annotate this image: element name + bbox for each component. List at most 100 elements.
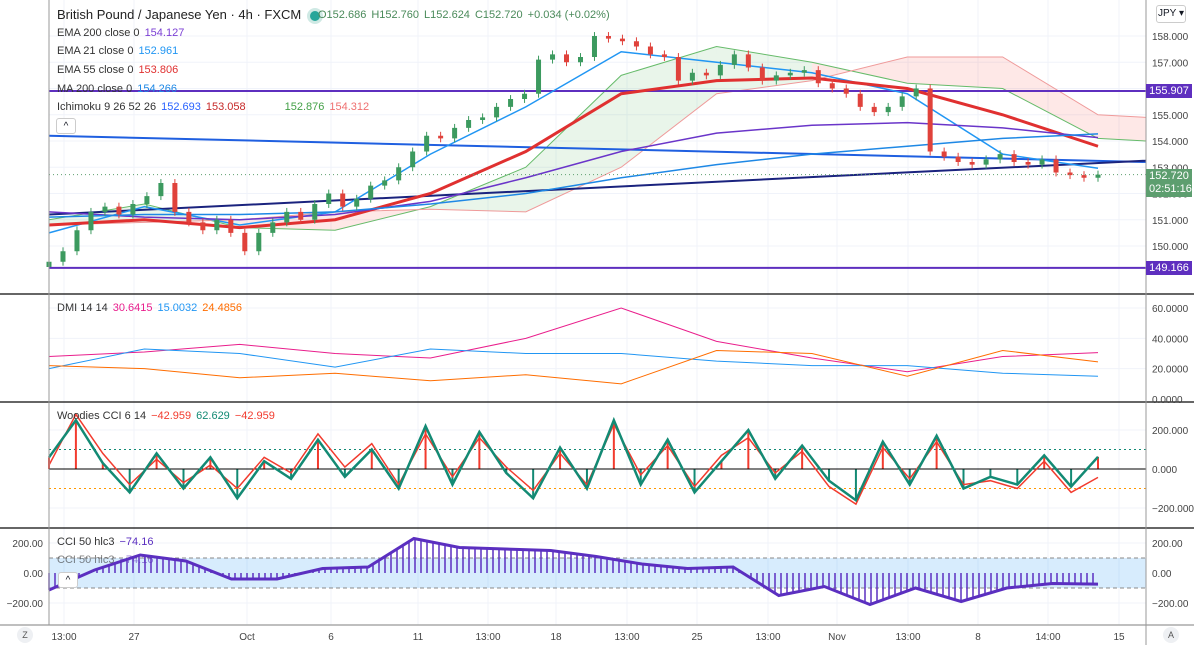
candle-body <box>745 54 751 68</box>
legend-dmi[interactable]: DMI 14 14 30.6415 15.0032 24.4856 <box>57 302 247 314</box>
time-tick-label: 8 <box>975 632 981 643</box>
candle-body <box>74 230 80 252</box>
candle-body <box>1039 159 1045 165</box>
candle-body <box>983 159 989 165</box>
candle-body <box>689 72 695 81</box>
candle-body <box>60 251 66 262</box>
time-tick-label: 25 <box>691 632 703 643</box>
candle-body <box>969 162 975 165</box>
price-tick-label: 158.000 <box>1152 32 1189 43</box>
cci-left-tick-label: −200.00 <box>7 599 44 610</box>
candle-body <box>354 198 360 207</box>
candle-body <box>508 99 514 107</box>
dmi-line-0 <box>48 307 1099 373</box>
woodies-tick-label: 200.000 <box>1152 426 1189 437</box>
legend-ema200[interactable]: EMA 200 close 0 154.127 <box>57 27 189 39</box>
dmi-tick-label: 20.0000 <box>1152 365 1189 376</box>
time-tick-label: 13:00 <box>755 632 780 643</box>
time-tick-label: 18 <box>550 632 562 643</box>
time-tick-label: 6 <box>328 632 334 643</box>
candle-body <box>731 54 737 65</box>
candle-body <box>116 206 122 215</box>
legend-woodies[interactable]: Woodies CCI 6 14 −42.959 62.629 −42.959 <box>57 410 280 422</box>
candle-body <box>312 204 318 220</box>
dmi-line-1 <box>48 348 1099 377</box>
auto-scale-button[interactable]: A <box>1163 627 1179 643</box>
candle-body <box>494 106 500 118</box>
candle-body <box>1081 175 1087 178</box>
candle-body <box>270 222 276 233</box>
chart-canvas[interactable]: 158.000157.000155.000154.000153.000152.0… <box>0 0 1194 645</box>
currency-select[interactable]: JPY ▾ <box>1156 5 1186 23</box>
candle-body <box>382 180 388 186</box>
legend-ema21[interactable]: EMA 21 close 0 152.961 <box>57 45 183 57</box>
price-tick-label: 157.000 <box>1152 58 1189 69</box>
dmi-tick-label: 60.0000 <box>1152 304 1189 315</box>
candle-body <box>424 135 430 152</box>
legend-cci50-secondary[interactable]: CCI 50 hlc3 −74.16 <box>57 554 158 566</box>
candle-body <box>871 106 877 113</box>
candle-body <box>955 156 961 162</box>
candle-body <box>298 211 304 220</box>
legend-cci50[interactable]: CCI 50 hlc3 −74.16 <box>57 536 158 548</box>
candle-body <box>564 54 570 63</box>
candle-body <box>326 193 332 204</box>
time-tick-label: 11 <box>413 632 424 643</box>
candle-body <box>340 193 346 207</box>
candle-body <box>787 72 793 76</box>
candle-body <box>480 117 486 120</box>
candle-body <box>927 88 933 152</box>
candle-body <box>284 211 290 223</box>
candle-body <box>410 151 416 168</box>
ichimoku-cloud-segment <box>1002 57 1098 139</box>
candle-body <box>633 41 639 47</box>
time-tick-label: 14:00 <box>1035 632 1060 643</box>
candle-body <box>158 183 164 197</box>
legend-ichimoku[interactable]: Ichimoku 9 26 52 26 152.693 153.058 152.876… <box>57 101 374 113</box>
candle-body <box>815 70 821 84</box>
candle-body <box>396 167 402 181</box>
cci-tick-label: 200.00 <box>1152 539 1183 550</box>
legend-ema55[interactable]: EMA 55 close 0 153.806 <box>57 64 183 76</box>
price-tick-label: 150.000 <box>1152 242 1189 253</box>
candle-body <box>829 83 835 89</box>
candle-body <box>661 54 667 57</box>
candle-body <box>200 222 206 231</box>
last-price-label: 152.720 02:51:16 <box>1146 169 1192 197</box>
candle-body <box>522 93 528 99</box>
time-tick-label: Nov <box>828 632 846 643</box>
timezone-button[interactable]: Z <box>17 627 33 643</box>
candle-body <box>214 219 220 231</box>
time-tick-label: 13:00 <box>895 632 920 643</box>
candle-body <box>801 70 807 73</box>
candle-body <box>438 135 444 139</box>
time-tick-label: 13:00 <box>475 632 500 643</box>
candle-body <box>1067 172 1073 176</box>
symbol-title: British Pound / Japanese Yen · 4h · FXCM <box>57 7 325 22</box>
candle-body <box>88 211 94 231</box>
candle-body <box>186 211 192 223</box>
candle-body <box>242 232 248 252</box>
time-tick-label: 15 <box>1113 632 1125 643</box>
legend-ma200[interactable]: MA 200 close 0 154.266 <box>57 83 182 95</box>
candle-body <box>452 127 458 139</box>
candle-body <box>228 219 234 233</box>
collapse-legend-button[interactable]: ^ <box>56 118 76 134</box>
cci-tick-label: 0.00 <box>1152 569 1172 580</box>
time-tick-label: 13:00 <box>51 632 76 643</box>
candle-body <box>703 72 709 76</box>
cci-left-tick-label: 0.00 <box>24 569 44 580</box>
candle-body <box>466 120 472 128</box>
woodies-tick-label: 0.000 <box>1152 465 1177 476</box>
time-tick-label: 27 <box>128 632 140 643</box>
candle-body <box>256 232 262 252</box>
woodies-tick-label: −200.000 <box>1152 504 1194 515</box>
candle-body <box>675 57 681 81</box>
candle-body <box>1053 159 1059 173</box>
candle-body <box>997 154 1003 160</box>
collapse-cci-legend-button[interactable]: ^ <box>58 572 78 588</box>
candle-body <box>913 88 919 97</box>
dmi-tick-label: 40.0000 <box>1152 334 1189 345</box>
woodies-turbo-line <box>48 412 1099 506</box>
cci-left-tick-label: 200.00 <box>12 539 43 550</box>
